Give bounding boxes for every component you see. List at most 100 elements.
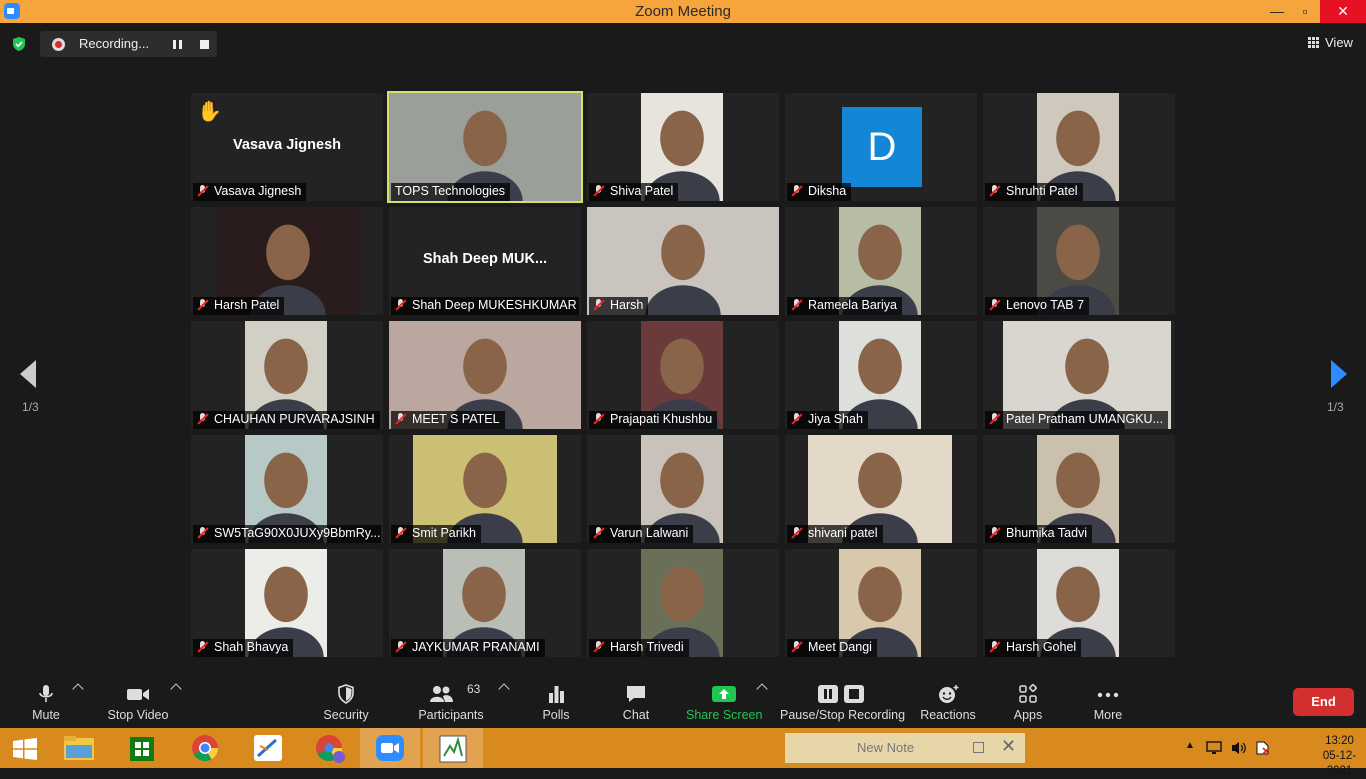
participant-tile[interactable]: Meet Dangi <box>785 549 977 657</box>
polls-button[interactable]: Polls <box>530 675 582 728</box>
video-camera-icon <box>127 689 149 700</box>
windows-start-icon[interactable] <box>12 738 38 760</box>
participant-nameplate: Smit Parikh <box>391 525 481 543</box>
participants-button[interactable]: 63 Participants <box>416 675 486 728</box>
muted-mic-icon <box>593 641 605 653</box>
participant-tile[interactable]: CHAUHAN PURVARAJSINH <box>191 321 383 429</box>
pause-recording-icon[interactable] <box>173 40 182 49</box>
participant-tile[interactable]: D Diksha <box>785 93 977 201</box>
taskbar-chrome[interactable] <box>175 728 235 768</box>
taskbar-notepad-app[interactable] <box>423 728 483 768</box>
stop-recording-icon[interactable] <box>200 40 209 49</box>
end-meeting-button[interactable]: End <box>1293 688 1354 716</box>
chat-button[interactable]: Chat <box>610 675 662 728</box>
reactions-button[interactable]: Reactions <box>918 675 978 728</box>
participants-label: Participants <box>418 708 484 722</box>
participant-name: JAYKUMAR PRANAMI <box>412 640 540 654</box>
taskbar-zoom[interactable] <box>360 728 420 768</box>
participant-tile[interactable]: Harsh Trivedi <box>587 549 779 657</box>
participant-tile[interactable]: Shiva Patel <box>587 93 779 201</box>
participant-tile[interactable]: Jiya Shah <box>785 321 977 429</box>
participant-nameplate: MEET S PATEL <box>391 411 505 429</box>
chat-label: Chat <box>622 708 650 722</box>
chrome-profile-icon <box>316 735 345 763</box>
system-tray: ▲ 13:20 05-12-2021 <box>1180 728 1366 777</box>
security-shield-icon[interactable] <box>11 36 27 52</box>
window-titlebar: Zoom Meeting — ▫ ✕ <box>0 0 1366 23</box>
mute-button[interactable]: Mute <box>20 675 72 728</box>
participant-tile[interactable]: Vasava Jignesh ✋ Vasava Jignesh <box>191 93 383 201</box>
next-page-arrow-icon[interactable] <box>1331 360 1347 388</box>
participant-tile[interactable]: TOPS Technologies <box>387 91 583 203</box>
taskbar-chrome-profile[interactable] <box>300 728 360 768</box>
volume-icon[interactable] <box>1230 740 1248 756</box>
participant-name: Harsh <box>610 298 644 312</box>
share-screen-label: Share Screen <box>686 708 763 722</box>
participant-tile[interactable]: Harsh Gohel <box>983 549 1175 657</box>
participant-nameplate: Harsh Patel <box>193 297 285 315</box>
taskbar-file-explorer[interactable] <box>48 728 108 768</box>
microsoft-store-icon <box>130 737 154 761</box>
participant-tile[interactable]: Harsh <box>587 207 779 315</box>
muted-mic-icon <box>197 413 209 425</box>
reactions-label: Reactions <box>920 708 976 722</box>
muted-mic-icon <box>791 527 803 539</box>
muted-mic-icon <box>791 641 803 653</box>
participant-tile[interactable]: Shruhti Patel <box>983 93 1175 201</box>
muted-mic-icon <box>593 527 605 539</box>
participant-tile[interactable]: SW5TaG90X0JUXy9BbmRy... <box>191 435 383 543</box>
share-screen-button[interactable]: Share Screen <box>686 675 762 728</box>
participant-nameplate: Shruhti Patel <box>985 183 1083 201</box>
participant-tile[interactable]: Shah Deep MUK... Shah Deep MUKESHKUMAR <box>389 207 581 315</box>
close-note-icon[interactable]: ✕ <box>1001 736 1016 757</box>
action-center-icon[interactable] <box>1254 740 1272 756</box>
new-note-popup[interactable]: New Note ✕ <box>785 733 1025 763</box>
network-icon[interactable] <box>1206 740 1224 756</box>
participant-tile[interactable]: Varun Lalwani <box>587 435 779 543</box>
taskbar-clock[interactable]: 13:20 05-12-2021 <box>1313 734 1366 779</box>
taskbar-whiteboard-app[interactable] <box>238 728 298 768</box>
participant-tile[interactable]: Prajapati Khushbu <box>587 321 779 429</box>
pause-stop-recording-button[interactable]: Pause/Stop Recording <box>780 675 905 728</box>
windows-taskbar: New Note ✕ ▲ 13:20 05-12-2021 <box>0 728 1366 777</box>
security-button[interactable]: Security <box>316 675 376 728</box>
participant-name: Harsh Patel <box>214 298 280 312</box>
participant-tile[interactable]: Bhumika Tadvi <box>983 435 1175 543</box>
muted-mic-icon <box>593 299 605 311</box>
close-button[interactable]: ✕ <box>1320 0 1366 23</box>
participant-tile[interactable]: Shah Bhavya <box>191 549 383 657</box>
participant-tile[interactable]: Lenovo TAB 7 <box>983 207 1175 315</box>
page-indicator-right: 1/3 <box>1327 400 1344 414</box>
minimize-button[interactable]: — <box>1262 0 1292 23</box>
participant-name: Smit Parikh <box>412 526 476 540</box>
muted-mic-icon <box>593 185 605 197</box>
muted-mic-icon <box>791 185 803 197</box>
audio-options-chevron-icon[interactable] <box>72 683 84 695</box>
participant-tile[interactable]: MEET S PATEL <box>389 321 581 429</box>
video-options-chevron-icon[interactable] <box>170 683 182 695</box>
participant-tile[interactable]: JAYKUMAR PRANAMI <box>389 549 581 657</box>
participants-options-chevron-icon[interactable] <box>498 683 510 695</box>
view-label: View <box>1325 35 1353 50</box>
participant-nameplate: Harsh <box>589 297 649 315</box>
participant-name: Varun Lalwani <box>610 526 689 540</box>
participant-tile[interactable]: Harsh Patel <box>191 207 383 315</box>
participant-tile[interactable]: Patel Pratham UMANGKU... <box>983 321 1175 429</box>
view-button[interactable]: View <box>1302 32 1362 54</box>
participant-tile[interactable]: Smit Parikh <box>389 435 581 543</box>
participant-tile[interactable]: shivani patel <box>785 435 977 543</box>
taskbar-store[interactable] <box>112 728 172 768</box>
polls-label: Polls <box>542 708 570 722</box>
participant-tile[interactable]: Rameela Bariya <box>785 207 977 315</box>
participant-nameplate: Shah Deep MUKESHKUMAR <box>391 297 579 315</box>
previous-page-arrow-icon[interactable] <box>20 360 36 388</box>
apps-button[interactable]: Apps <box>1002 675 1054 728</box>
stop-video-button[interactable]: Stop Video <box>104 675 172 728</box>
muted-mic-icon <box>395 299 407 311</box>
more-button[interactable]: More <box>1082 675 1134 728</box>
maximize-note-icon[interactable] <box>973 742 984 753</box>
polls-icon <box>549 686 564 703</box>
more-label: More <box>1093 708 1123 722</box>
maximize-button[interactable]: ▫ <box>1290 0 1320 23</box>
tray-chevron-up-icon[interactable]: ▲ <box>1185 740 1195 751</box>
